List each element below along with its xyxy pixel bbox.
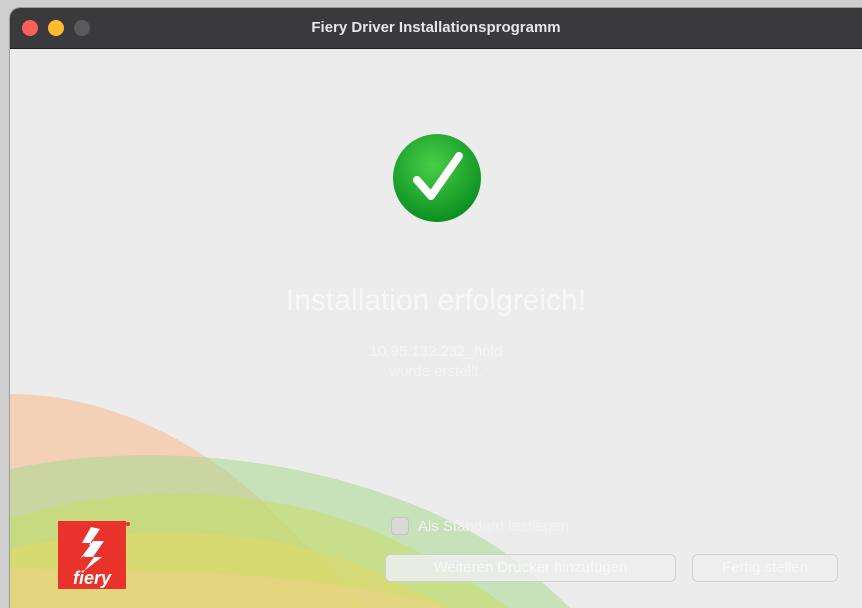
- printer-name: 10.95.132.232_hold: [369, 343, 503, 360]
- installer-window: Fiery Driver Installationsprogramm Insta…: [10, 8, 862, 608]
- success-headline: Installation erfolgreich!: [285, 284, 587, 317]
- fiery-logo: fiery: [58, 521, 130, 589]
- default-printer-option[interactable]: Als Standard festlegen: [391, 516, 569, 536]
- created-text: wurde erstellt.: [389, 363, 483, 380]
- window-title: Fiery Driver Installationsprogramm: [311, 19, 561, 36]
- add-printer-button[interactable]: Weiteren Drucker hinzufügen: [385, 554, 676, 582]
- title-bar: Fiery Driver Installationsprogramm: [10, 8, 862, 49]
- checkmark-circle-icon: [393, 134, 481, 222]
- svg-text:fiery: fiery: [73, 568, 112, 588]
- finish-button[interactable]: Fertig stellen: [692, 554, 838, 582]
- default-printer-checkbox[interactable]: [391, 517, 409, 535]
- installer-content: Installation erfolgreich! 10.95.132.232_…: [10, 49, 862, 608]
- default-printer-label: Als Standard festlegen: [418, 517, 569, 535]
